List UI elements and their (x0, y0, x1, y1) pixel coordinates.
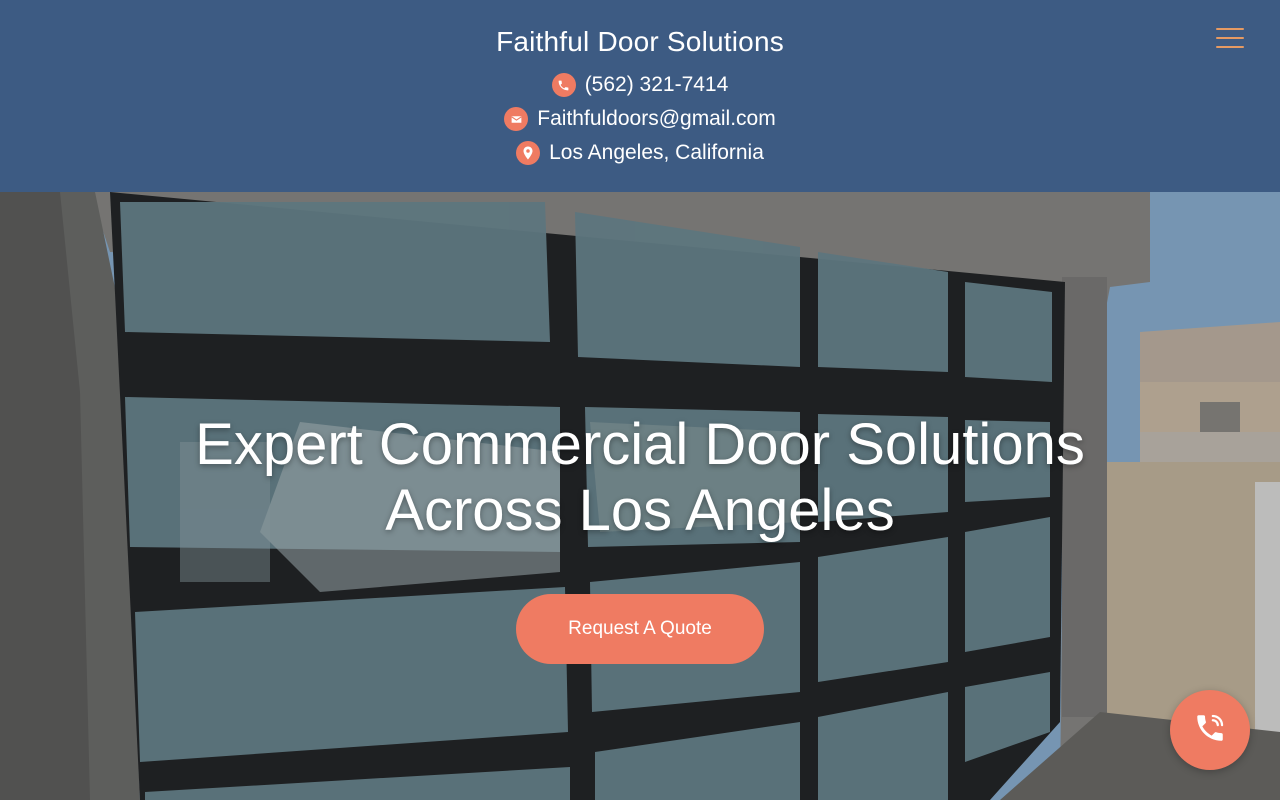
contact-email[interactable]: Faithfuldoors@gmail.com (504, 102, 776, 136)
phone-number[interactable]: (562) 321-7414 (585, 73, 729, 97)
hero-title-line-2: Across Los Angeles (385, 478, 895, 543)
site-brand[interactable]: Faithful Door Solutions (496, 26, 784, 58)
page: Faithful Door Solutions (562) 321-7414 F… (0, 0, 1280, 800)
email-address[interactable]: Faithfuldoors@gmail.com (537, 107, 775, 131)
floating-call-button[interactable] (1170, 690, 1250, 770)
site-header: Faithful Door Solutions (562) 321-7414 F… (0, 0, 1280, 192)
location-text: Los Angeles, California (549, 141, 764, 164)
email-icon (504, 107, 529, 131)
contact-info: (562) 321-7414 Faithfuldoors@gmail.com L… (504, 68, 776, 170)
hamburger-menu-icon[interactable] (1216, 26, 1244, 50)
hero-title: Expert Commercial Door Solutions Across … (0, 412, 1280, 544)
hero-section: Expert Commercial Door Solutions Across … (0, 192, 1280, 800)
contact-location: Los Angeles, California (516, 136, 764, 170)
hero-title-line-1: Expert Commercial Door Solutions (195, 412, 1085, 477)
contact-phone[interactable]: (562) 321-7414 (551, 68, 729, 102)
phone-icon (551, 73, 576, 97)
phone-call-icon (1193, 711, 1227, 750)
location-pin-icon (516, 141, 541, 165)
request-quote-button[interactable]: Request A Quote (516, 594, 764, 664)
